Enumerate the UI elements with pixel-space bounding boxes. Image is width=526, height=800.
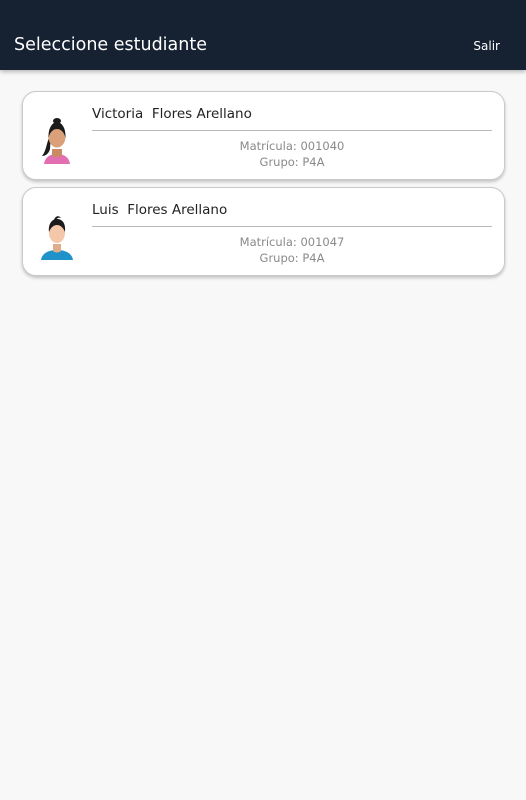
male-student-avatar-icon [41, 216, 73, 260]
student-name: Victoria Flores Arellano [92, 106, 252, 122]
student-matricula: Matrícula: 001040 [239, 139, 345, 153]
student-name: Luis Flores Arellano [92, 202, 228, 218]
divider [92, 226, 492, 227]
student-list: Victoria Flores Arellano Matrícula: 0010… [22, 91, 505, 283]
student-grupo: Grupo: P4A [259, 155, 325, 169]
student-card-victoria[interactable]: Victoria Flores Arellano Matrícula: 0010… [22, 91, 505, 180]
logout-button[interactable]: Salir [473, 38, 500, 54]
student-matricula: Matrícula: 001047 [239, 235, 345, 249]
app-header: Seleccione estudiante Salir [0, 0, 526, 70]
page-title: Seleccione estudiante [14, 35, 207, 55]
divider [92, 130, 492, 131]
female-student-avatar-icon [42, 118, 70, 164]
student-grupo: Grupo: P4A [259, 251, 325, 265]
student-card-luis[interactable]: Luis Flores Arellano Matrícula: 001047 G… [22, 187, 505, 276]
